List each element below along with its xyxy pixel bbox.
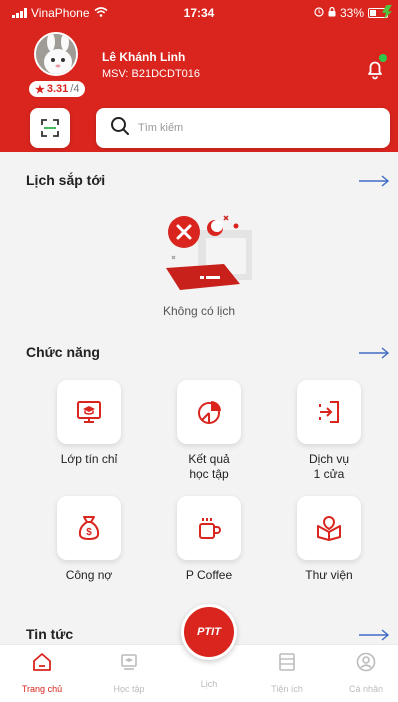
home-icon (33, 653, 51, 671)
function-p-coffee[interactable]: P Coffee (149, 496, 269, 583)
function-label: Lớp tín chỉ (60, 452, 118, 466)
function-credit-class[interactable]: Lớp tín chỉ (29, 380, 149, 467)
scan-icon (41, 119, 59, 137)
user-name: Lê Khánh Linh (102, 50, 186, 64)
nav-label: Trang chủ (21, 684, 63, 694)
nav-home[interactable]: Trang chủ (7, 651, 77, 694)
status-bar: VinaPhone 17:34 33% (0, 0, 398, 26)
coffee-icon (199, 518, 221, 539)
rating-max: /4 (70, 83, 80, 95)
function-label: Thư viện (305, 568, 353, 582)
avatar[interactable] (34, 32, 78, 76)
battery-icon (368, 5, 392, 19)
function-tile[interactable] (177, 380, 241, 444)
function-label: Dịch vụ 1 cửa (308, 452, 349, 481)
function-tile[interactable] (57, 380, 121, 444)
student-id: MSV: B21DCDT016 (102, 68, 201, 80)
alarm-icon (314, 6, 324, 20)
money-bag-icon: $ (78, 516, 100, 541)
function-debt[interactable]: $ Công nợ (29, 496, 149, 583)
ptit-center-button[interactable]: PTIT (181, 604, 237, 660)
svg-text:$: $ (86, 527, 92, 538)
function-tile[interactable] (297, 380, 361, 444)
notification-dot (379, 54, 387, 62)
empty-schedule-text: Không có lịch (162, 304, 236, 318)
qr-scan-button[interactable] (30, 108, 70, 148)
function-library[interactable]: Thư viện (269, 496, 389, 583)
function-label: Công nợ (65, 568, 113, 582)
schedule-title: Lịch sắp tới (26, 172, 106, 188)
function-tile[interactable]: $ (57, 496, 121, 560)
nav-profile[interactable]: Cá nhân (331, 651, 398, 694)
news-title: Tin tức (26, 626, 74, 642)
news-arrow-icon[interactable] (358, 628, 390, 642)
function-study-results[interactable]: Kết quả học tập (149, 380, 269, 482)
search-bar[interactable] (96, 108, 390, 148)
nav-label: Lịch (200, 679, 218, 689)
search-input[interactable] (138, 122, 358, 134)
functions-title: Chức năng (26, 344, 100, 360)
study-icon (121, 654, 137, 670)
status-right: 33% (314, 5, 392, 20)
nav-label: Học tập (113, 684, 145, 694)
function-label: P Coffee (185, 568, 233, 582)
functions-arrow-icon[interactable] (358, 346, 390, 360)
classroom-icon (77, 401, 101, 423)
nav-study[interactable]: Học tập (94, 651, 164, 694)
schedule-arrow-icon[interactable] (358, 174, 390, 188)
rating-value: 3.31 (46, 83, 69, 95)
profile-icon (356, 652, 376, 672)
function-one-stop-service[interactable]: Dịch vụ 1 cửa (269, 380, 389, 482)
utilities-icon (279, 653, 295, 671)
star-icon: ★ (35, 83, 45, 96)
search-icon (110, 116, 130, 141)
function-label: Kết quả học tập (188, 452, 230, 481)
library-icon (317, 516, 341, 541)
battery-percent: 33% (339, 6, 364, 20)
chart-icon (198, 401, 221, 424)
nav-label: Tiện ích (271, 684, 303, 694)
nav-label: Cá nhân (348, 684, 384, 694)
ptit-logo: PTIT (197, 626, 221, 638)
lock-rotation-icon (328, 6, 336, 20)
rating-badge: ★ 3.31 /4 (28, 80, 87, 98)
function-tile[interactable] (177, 496, 241, 560)
nav-utilities[interactable]: Tiện ích (252, 651, 322, 694)
empty-schedule-icon (166, 215, 252, 290)
door-icon (319, 401, 339, 423)
function-tile[interactable] (297, 496, 361, 560)
